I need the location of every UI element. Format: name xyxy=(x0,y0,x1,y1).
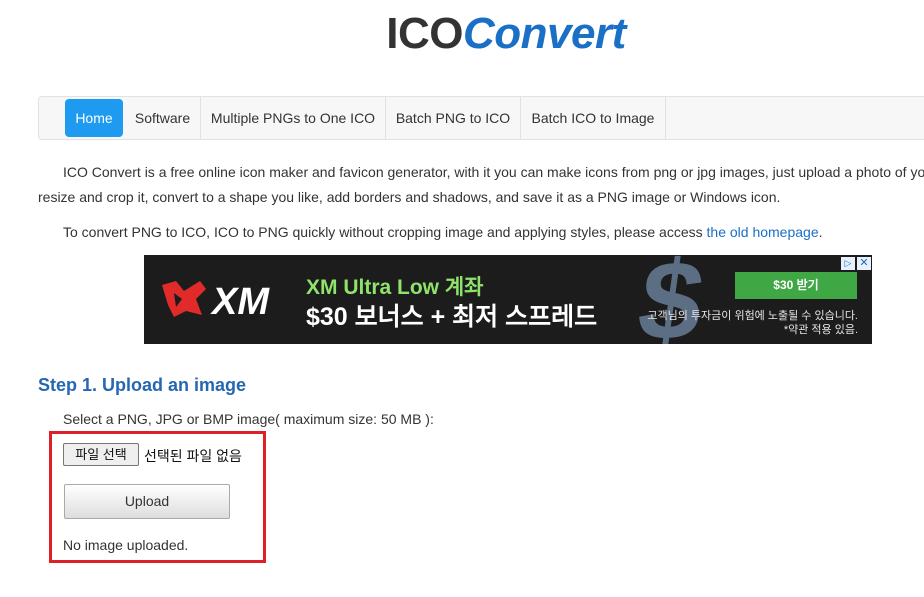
old-homepage-prefix: To convert PNG to ICO, ICO to PNG quickl… xyxy=(63,224,707,240)
nav-item-software[interactable]: Software xyxy=(125,97,201,139)
logo-part-ico: ICO xyxy=(386,9,463,58)
file-status-text: 선택된 파일 없음 xyxy=(144,448,242,464)
adchoices-icon[interactable]: ▷ xyxy=(841,257,855,270)
upload-button[interactable]: Upload xyxy=(64,484,230,519)
ad-cta-button[interactable]: $30 받기 xyxy=(735,272,857,299)
old-homepage-note: To convert PNG to ICO, ICO to PNG quickl… xyxy=(38,220,823,245)
main-navbar: Home Software Multiple PNGs to One ICO B… xyxy=(38,96,924,140)
upload-hint: Select a PNG, JPG or BMP image( maximum … xyxy=(63,411,434,427)
ad-subline: $30 보너스 + 최저 스프레드 xyxy=(306,303,598,331)
intro-line-2: resize and crop it, convert to a shape y… xyxy=(38,189,781,205)
choose-file-button[interactable]: 파일 선택 xyxy=(63,443,139,466)
nav-item-batch-ico[interactable]: Batch ICO to Image xyxy=(521,97,666,139)
ad-disclaimer-2: *약관 적용 있음. xyxy=(783,324,858,336)
upload-status: No image uploaded. xyxy=(63,537,189,553)
nav-item-batch-png[interactable]: Batch PNG to ICO xyxy=(386,97,521,139)
ad-banner[interactable]: XM XM Ultra Low 계좌 $30 보너스 + 최저 스프레드 $ $… xyxy=(144,255,872,344)
nav-item-multiple-pngs[interactable]: Multiple PNGs to One ICO xyxy=(201,97,386,139)
site-logo[interactable]: ICOConvert xyxy=(0,8,924,60)
old-homepage-suffix: . xyxy=(818,224,823,240)
xm-brand-text: XM xyxy=(210,281,270,321)
logo-part-convert: Convert xyxy=(462,9,626,58)
dollar-sign-graphic: $ xyxy=(631,255,712,344)
xm-logo: XM xyxy=(162,281,270,321)
old-homepage-link[interactable]: the old homepage xyxy=(707,224,819,240)
intro-line-1: ICO Convert is a free online icon maker … xyxy=(63,164,924,180)
step-1-title: Step 1. Upload an image xyxy=(38,375,247,395)
ad-close-icon[interactable]: ✕ xyxy=(857,257,871,270)
nav-item-home[interactable]: Home xyxy=(65,99,123,137)
